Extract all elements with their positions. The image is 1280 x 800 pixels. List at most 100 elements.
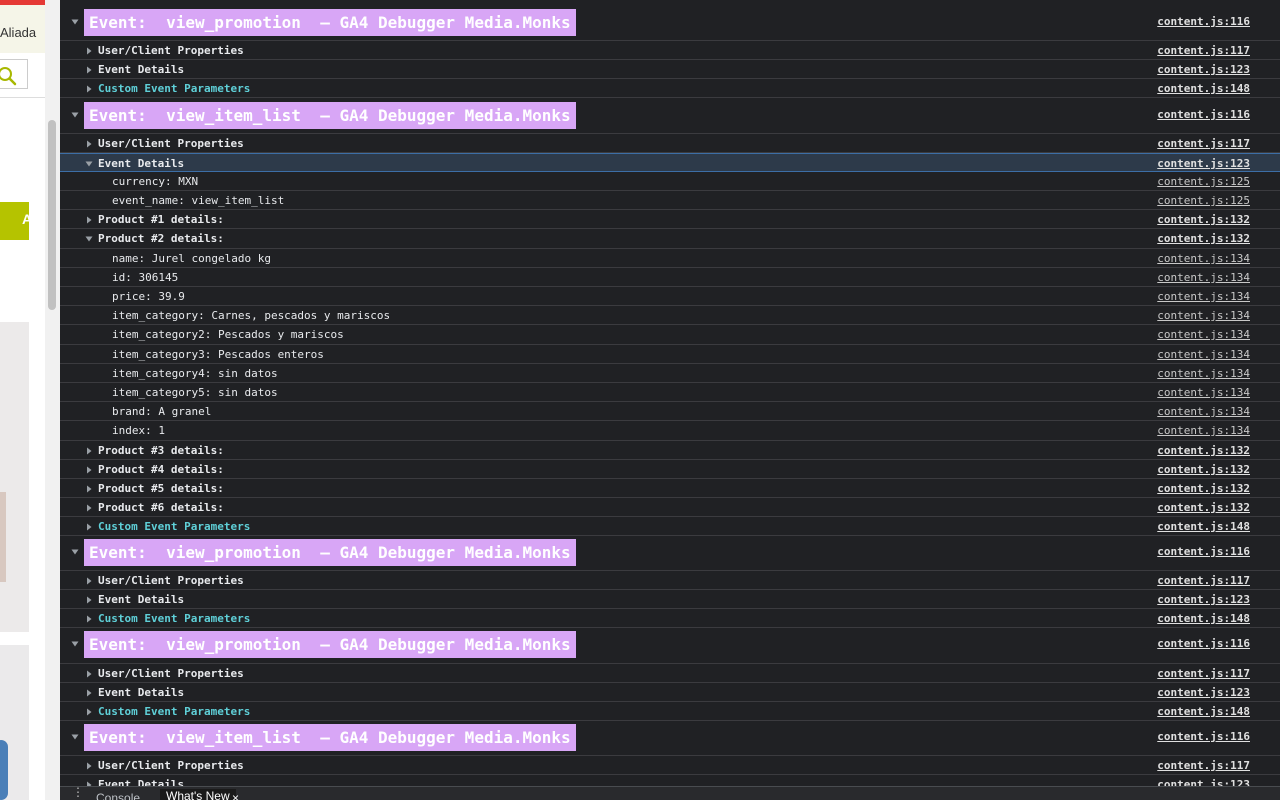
devtools-console[interactable]: Event: view_promotion – GA4 Debugger Med…: [60, 0, 1280, 786]
console-group-row[interactable]: Custom Event Parameters content.js:148: [60, 79, 1280, 98]
drawer-menu-icon[interactable]: ⋮: [72, 787, 84, 799]
source-link[interactable]: content.js:117: [1157, 574, 1250, 588]
caret-right-icon[interactable]: [84, 139, 94, 149]
source-link[interactable]: content.js:117: [1157, 137, 1250, 151]
source-link[interactable]: content.js:134: [1157, 252, 1250, 266]
console-event-group[interactable]: Event: view_item_list – GA4 Debugger Med…: [60, 721, 1280, 756]
caret-down-icon[interactable]: [70, 547, 80, 557]
event-banner: Event: view_promotion – GA4 Debugger Med…: [84, 631, 576, 658]
caret-right-icon[interactable]: [84, 65, 94, 75]
console-group-row[interactable]: Product #1 details: content.js:132: [60, 210, 1280, 229]
source-link[interactable]: content.js:148: [1157, 520, 1250, 534]
console-group-row[interactable]: User/Client Properties content.js:117: [60, 756, 1280, 775]
console-group-row[interactable]: Event Details content.js:123: [60, 153, 1280, 172]
source-link[interactable]: content.js:134: [1157, 290, 1250, 304]
product-image[interactable]: [0, 645, 29, 800]
caret-down-icon[interactable]: [70, 17, 80, 27]
page-scrollbar[interactable]: [45, 0, 60, 800]
caret-right-icon[interactable]: [84, 707, 94, 717]
product-image[interactable]: [0, 322, 29, 632]
console-group-row[interactable]: User/Client Properties content.js:117: [60, 664, 1280, 683]
drawer-tab-console[interactable]: Console: [96, 791, 140, 800]
source-link[interactable]: content.js:123: [1157, 778, 1250, 786]
source-link[interactable]: content.js:116: [1157, 637, 1250, 651]
caret-right-icon[interactable]: [84, 84, 94, 94]
source-link[interactable]: content.js:123: [1157, 593, 1250, 607]
source-link[interactable]: content.js:134: [1157, 271, 1250, 285]
caret-right-icon[interactable]: [84, 484, 94, 494]
console-group-row[interactable]: Event Details content.js:123: [60, 60, 1280, 79]
console-group-row[interactable]: Product #4 details: content.js:132: [60, 460, 1280, 479]
source-link[interactable]: content.js:123: [1157, 157, 1250, 171]
page-search-button[interactable]: [0, 59, 28, 89]
caret-right-icon[interactable]: [84, 465, 94, 475]
console-group-row[interactable]: Event Details content.js:123: [60, 775, 1280, 786]
caret-right-icon[interactable]: [84, 446, 94, 456]
source-link[interactable]: content.js:132: [1157, 444, 1250, 458]
console-group-row[interactable]: Event Details content.js:123: [60, 683, 1280, 702]
caret-right-icon[interactable]: [84, 595, 94, 605]
caret-right-icon[interactable]: [84, 215, 94, 225]
console-group-row[interactable]: Product #5 details: content.js:132: [60, 479, 1280, 498]
source-link[interactable]: content.js:132: [1157, 213, 1250, 227]
caret-right-icon[interactable]: [84, 576, 94, 586]
caret-down-icon[interactable]: [84, 159, 94, 169]
source-link[interactable]: content.js:134: [1157, 424, 1250, 438]
caret-down-icon[interactable]: [70, 639, 80, 649]
source-link[interactable]: content.js:116: [1157, 545, 1250, 559]
source-link[interactable]: content.js:134: [1157, 386, 1250, 400]
source-link[interactable]: content.js:116: [1157, 15, 1250, 29]
console-group-row[interactable]: Custom Event Parameters content.js:148: [60, 609, 1280, 628]
caret-down-icon[interactable]: [70, 110, 80, 120]
caret-right-icon[interactable]: [84, 669, 94, 679]
source-link[interactable]: content.js:132: [1157, 232, 1250, 246]
source-link[interactable]: content.js:117: [1157, 759, 1250, 773]
console-group-row[interactable]: User/Client Properties content.js:117: [60, 41, 1280, 60]
page-action-button[interactable]: A: [0, 202, 29, 240]
header-partial-text: Aliada: [0, 25, 37, 40]
source-link[interactable]: content.js:134: [1157, 367, 1250, 381]
console-group-row[interactable]: Product #6 details: content.js:132: [60, 498, 1280, 517]
caret-right-icon[interactable]: [84, 503, 94, 513]
source-link[interactable]: content.js:132: [1157, 482, 1250, 496]
source-link[interactable]: content.js:117: [1157, 667, 1250, 681]
console-group-row[interactable]: Custom Event Parameters content.js:148: [60, 517, 1280, 536]
source-link[interactable]: content.js:132: [1157, 501, 1250, 515]
source-link[interactable]: content.js:132: [1157, 463, 1250, 477]
source-link[interactable]: content.js:134: [1157, 328, 1250, 342]
source-link[interactable]: content.js:148: [1157, 612, 1250, 626]
console-group-row[interactable]: Product #3 details: content.js:132: [60, 441, 1280, 460]
console-event-group[interactable]: Event: view_promotion – GA4 Debugger Med…: [60, 6, 1280, 41]
console-event-group[interactable]: Event: view_promotion – GA4 Debugger Med…: [60, 628, 1280, 664]
log-text: item_category4: sin datos: [112, 367, 278, 380]
source-link[interactable]: content.js:123: [1157, 686, 1250, 700]
source-link[interactable]: content.js:134: [1157, 309, 1250, 323]
console-group-row[interactable]: Product #2 details: content.js:132: [60, 229, 1280, 249]
close-tab-icon[interactable]: ×: [232, 791, 239, 800]
source-link[interactable]: content.js:134: [1157, 348, 1250, 362]
source-link[interactable]: content.js:116: [1157, 108, 1250, 122]
caret-right-icon[interactable]: [84, 614, 94, 624]
drawer-tab-what-s-new[interactable]: What's New: [160, 789, 236, 800]
console-event-group[interactable]: Event: view_promotion – GA4 Debugger Med…: [60, 536, 1280, 571]
source-link[interactable]: content.js:123: [1157, 63, 1250, 77]
caret-right-icon[interactable]: [84, 46, 94, 56]
page-scrollbar-thumb[interactable]: [48, 120, 56, 310]
source-link[interactable]: content.js:148: [1157, 82, 1250, 96]
console-group-row[interactable]: User/Client Properties content.js:117: [60, 571, 1280, 590]
source-link[interactable]: content.js:125: [1157, 175, 1250, 189]
source-link[interactable]: content.js:125: [1157, 194, 1250, 208]
source-link[interactable]: content.js:116: [1157, 730, 1250, 744]
caret-down-icon[interactable]: [70, 732, 80, 742]
console-event-group[interactable]: Event: view_item_list – GA4 Debugger Med…: [60, 99, 1280, 134]
source-link[interactable]: content.js:148: [1157, 705, 1250, 719]
caret-right-icon[interactable]: [84, 522, 94, 532]
source-link[interactable]: content.js:117: [1157, 44, 1250, 58]
caret-right-icon[interactable]: [84, 688, 94, 698]
console-group-row[interactable]: User/Client Properties content.js:117: [60, 134, 1280, 153]
console-group-row[interactable]: Event Details content.js:123: [60, 590, 1280, 609]
source-link[interactable]: content.js:134: [1157, 405, 1250, 419]
caret-right-icon[interactable]: [84, 761, 94, 771]
console-group-row[interactable]: Custom Event Parameters content.js:148: [60, 702, 1280, 721]
caret-down-icon[interactable]: [84, 234, 94, 244]
